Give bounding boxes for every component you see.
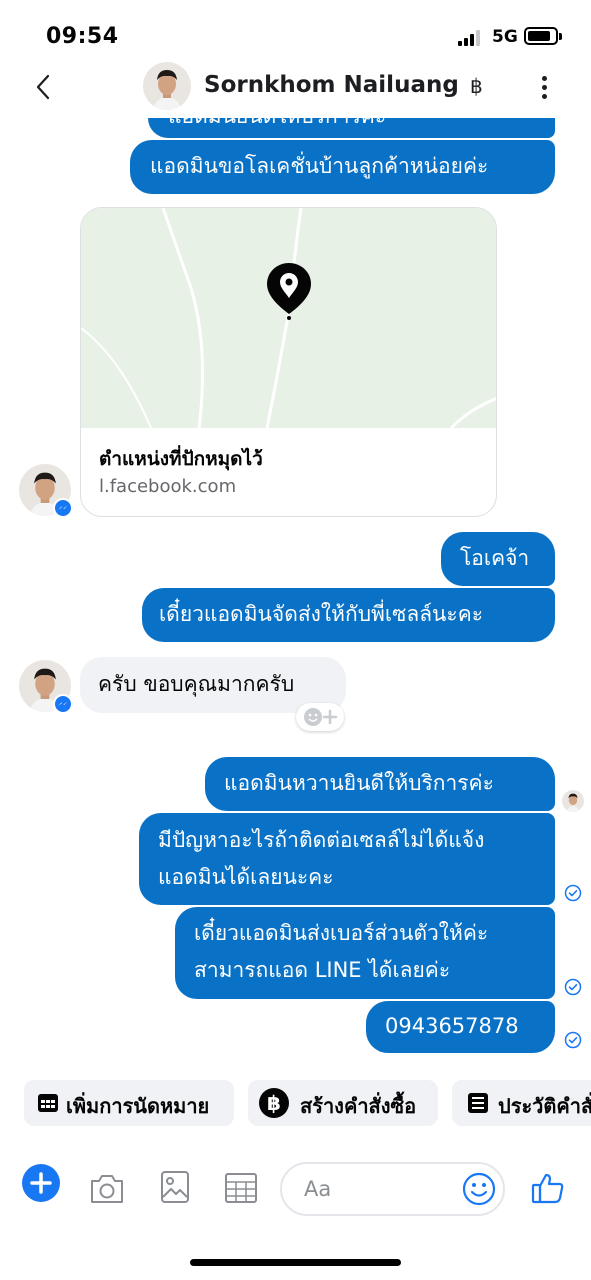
message-text: 0943657878 — [385, 1014, 519, 1038]
quick-actions-bar: เพิ่มการนัดหมาย ฿ สร้างคำสั่งซื้อ ประวัต… — [0, 1078, 591, 1128]
calendar-icon — [38, 1094, 58, 1112]
more-icon[interactable] — [535, 74, 555, 102]
contact-avatar[interactable] — [143, 62, 191, 110]
messenger-badge-icon — [53, 498, 73, 518]
order-history-chip[interactable]: ประวัติคำสั่งซื้อ — [452, 1080, 591, 1126]
message-text: โอเคจ้า — [460, 546, 530, 570]
network-label: 5G — [492, 27, 518, 47]
outgoing-message[interactable]: 0943657878 — [366, 1001, 555, 1053]
location-card[interactable]: ตำแหน่งที่ปักหมุดไว้ l.facebook.com — [80, 207, 497, 517]
status-time: 09:54 — [46, 24, 119, 49]
map-preview[interactable] — [81, 208, 496, 430]
outgoing-message[interactable]: เดี๋ยวแอดมินส่งเบอร์ส่วนตัวให้ค่ะ สามารถ… — [175, 907, 555, 999]
emoji-icon[interactable] — [462, 1172, 496, 1206]
outgoing-message[interactable]: แอดมินหวานยินดีให้บริการค่ะ — [205, 757, 555, 811]
keypad-icon[interactable] — [224, 1172, 258, 1204]
outgoing-message-partial[interactable]: แอดมินยินดีให้บริการค่ะ — [148, 118, 555, 138]
message-text-line: มีปัญหาอะไรถ้าติดต่อเซลล์ไม่ได้แจ้ง — [158, 828, 485, 852]
message-text: แอดมินขอโลเคชั่นบ้านลูกค้าหน่อยค่ะ — [150, 154, 489, 178]
plus-icon — [30, 1172, 52, 1194]
location-title: ตำแหน่งที่ปักหมุดไว้ — [99, 448, 263, 470]
battery-tip — [559, 33, 562, 40]
add-appointment-chip[interactable]: เพิ่มการนัดหมาย — [24, 1080, 234, 1126]
baht-icon: ฿ — [259, 1088, 289, 1118]
add-reaction-button[interactable] — [296, 703, 344, 731]
image-icon[interactable] — [160, 1170, 190, 1204]
check-circle-icon — [564, 884, 582, 902]
messenger-badge-icon — [53, 694, 73, 714]
svg-text:฿: ฿ — [267, 1091, 281, 1115]
signal-icon — [458, 30, 486, 46]
camera-icon[interactable] — [88, 1172, 126, 1206]
outgoing-message[interactable]: มีปัญหาอะไรถ้าติดต่อเซลล์ไม่ได้แจ้ง แอดม… — [139, 813, 555, 905]
list-icon — [468, 1093, 488, 1113]
map-pin-icon — [267, 263, 311, 320]
thumbs-up-icon[interactable] — [530, 1170, 566, 1206]
create-order-chip[interactable]: ฿ สร้างคำสั่งซื้อ — [248, 1080, 438, 1126]
add-reaction-icon — [304, 708, 338, 726]
chip-label: สร้างคำสั่งซื้อ — [300, 1094, 417, 1118]
message-text-line: สามารถแอด LINE ได้เลยค่ะ — [194, 958, 451, 982]
contact-name[interactable]: Sornkhom Nailuang — [204, 72, 459, 98]
battery-icon — [524, 27, 558, 45]
outgoing-message[interactable]: เดี๋ยวแอดมินจัดส่งให้กับพี่เซลล์นะคะ — [142, 588, 555, 642]
check-circle-icon — [564, 978, 582, 996]
outgoing-message[interactable]: โอเคจ้า — [441, 532, 555, 586]
baht-icon[interactable]: ฿ — [470, 74, 483, 98]
outgoing-message[interactable]: แอดมินขอโลเคชั่นบ้านลูกค้าหน่อยค่ะ — [130, 140, 555, 194]
back-icon — [36, 74, 50, 100]
message-text: แอดมินยินดีให้บริการค่ะ — [168, 118, 386, 135]
chip-label: เพิ่มการนัดหมาย — [66, 1094, 210, 1118]
chip-label: ประวัติคำสั่งซื้อ — [498, 1094, 591, 1118]
location-url: l.facebook.com — [99, 476, 237, 497]
home-indicator — [190, 1259, 401, 1266]
plus-button[interactable] — [22, 1164, 60, 1202]
back-button[interactable] — [30, 72, 60, 102]
message-text: ครับ ขอบคุณมากครับ — [98, 672, 295, 696]
composer-bar — [0, 1150, 591, 1230]
status-bar: 09:54 5G — [0, 0, 591, 60]
check-circle-icon — [564, 1031, 582, 1049]
read-receipt-avatar — [562, 790, 584, 812]
message-text: แอดมินหวานยินดีให้บริการค่ะ — [224, 771, 494, 795]
message-text-line: แอดมินได้เลยนะคะ — [158, 865, 334, 889]
message-text: เดี๋ยวแอดมินจัดส่งให้กับพี่เซลล์นะคะ — [159, 602, 484, 626]
chat-header: Sornkhom Nailuang ฿ — [0, 60, 591, 120]
message-text-line: เดี๋ยวแอดมินส่งเบอร์ส่วนตัวให้ค่ะ — [194, 921, 489, 945]
